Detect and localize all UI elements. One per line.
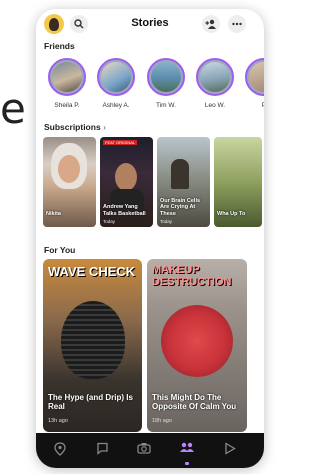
subscriptions-heading[interactable]: Subscriptions › — [44, 122, 106, 132]
friend-name: Tim W. — [156, 102, 176, 109]
subscription-tile[interactable]: Wha Up To — [214, 137, 262, 227]
subscription-tile[interactable]: Nikita — [43, 137, 96, 227]
card-headline: WAVE CHECK — [48, 264, 136, 279]
stories-icon[interactable] — [179, 442, 195, 458]
card-time: 13h ago — [48, 418, 68, 424]
person-face-shape — [58, 155, 80, 183]
card-time: 18h ago — [152, 418, 172, 424]
bottom-nav — [36, 433, 264, 468]
for-you-heading: For You — [44, 245, 76, 255]
card-caption: The Hype (and Drip) Is Real — [48, 392, 133, 412]
chevron-right-icon: › — [103, 122, 106, 132]
card-caption: This Might Do The Opposite Of Calm You — [152, 392, 237, 412]
subscription-tile[interactable]: Our Brain Cells Are Crying At These Toda… — [157, 137, 210, 227]
map-icon[interactable] — [52, 442, 68, 458]
header: Stories — [36, 9, 264, 39]
subscription-caption: Our Brain Cells Are Crying At These — [160, 198, 201, 217]
red-powder-shape — [161, 305, 233, 377]
friend-name: P — [242, 102, 264, 109]
discover-icon[interactable] — [222, 442, 238, 458]
camera-icon[interactable] — [136, 442, 152, 458]
subscription-time: Today — [160, 219, 173, 224]
for-you-card[interactable]: WAVE CHECK The Hype (and Drip) Is Real 1… — [43, 259, 142, 432]
phone-screen: Stories Friends Sheila P. Ashley A. Tim … — [36, 9, 264, 468]
subscriptions-label: Subscriptions — [44, 122, 101, 132]
friend-story-ashley[interactable] — [97, 58, 135, 96]
for-you-card[interactable]: MAKEUP DESTRUCTION This Might Do The Opp… — [147, 259, 247, 432]
subscription-caption: Nikita — [46, 210, 61, 217]
friend-story-leo[interactable] — [196, 58, 234, 96]
subscription-caption: Andrew Yang Talks Basketball — [103, 204, 146, 217]
friend-story-sheila[interactable] — [48, 58, 86, 96]
card-headline: MAKEUP DESTRUCTION — [152, 264, 232, 288]
friend-name: Sheila P. — [54, 102, 80, 109]
chat-icon[interactable] — [94, 442, 110, 458]
figure-shape — [171, 159, 189, 189]
add-friend-icon[interactable] — [202, 15, 220, 33]
person-face-shape — [115, 163, 137, 191]
background-text: e — [0, 84, 26, 133]
original-badge: FEAT ORIGINAL — [103, 140, 138, 145]
friend-story-tim[interactable] — [147, 58, 185, 96]
more-icon[interactable] — [228, 15, 246, 33]
friend-name: Leo W. — [204, 102, 226, 109]
subscription-time: Today — [103, 219, 116, 224]
hair-waves-shape — [61, 301, 125, 379]
active-indicator — [185, 462, 189, 465]
subscription-tile[interactable]: FEAT ORIGINAL Andrew Yang Talks Basketba… — [100, 137, 153, 227]
subscription-caption: Wha Up To — [217, 210, 246, 217]
friend-name: Ashley A. — [102, 102, 130, 109]
friend-story-partial[interactable] — [245, 58, 264, 96]
friends-heading: Friends — [44, 41, 75, 51]
